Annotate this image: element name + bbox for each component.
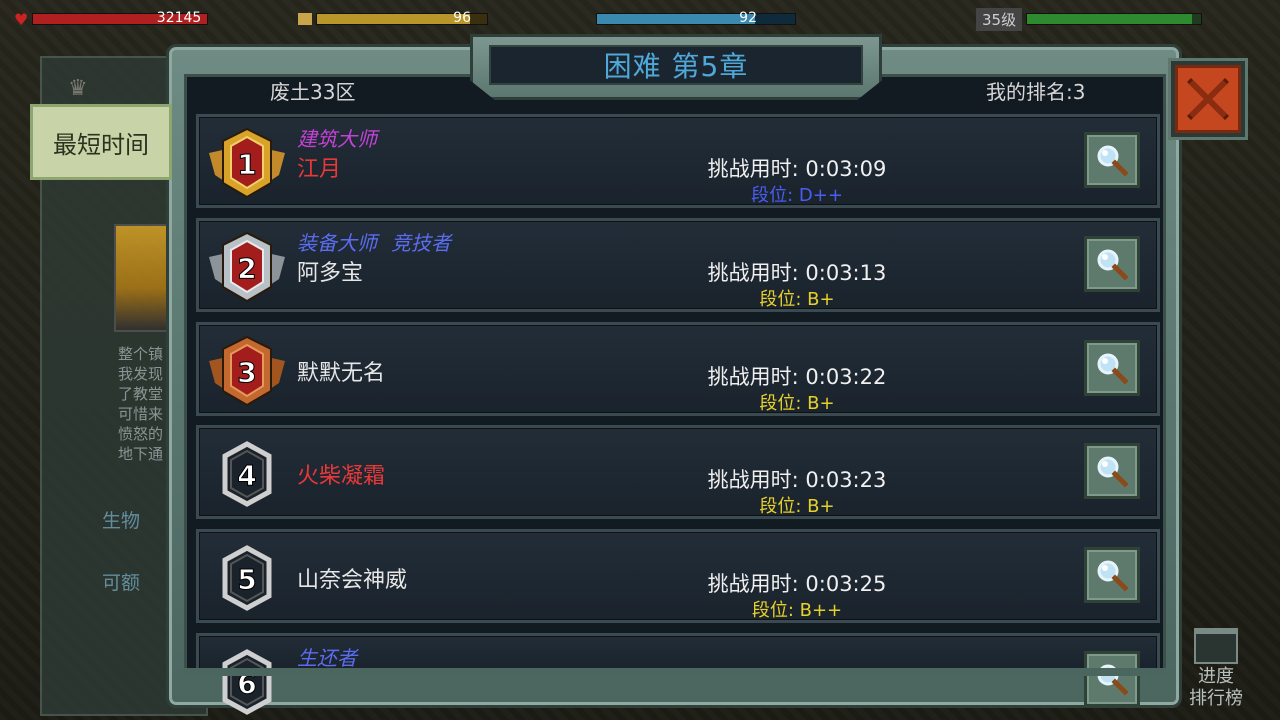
tier-label: 段位: B+ bbox=[759, 496, 835, 517]
leaderboard-row[interactable]: 4 火柴凝霜 挑战用时: 0:03:23 段位: B+ bbox=[196, 425, 1160, 519]
player-title-tag: 竞技者 bbox=[391, 231, 451, 255]
dialog-title-plate: 困难 第5章 bbox=[470, 34, 882, 100]
magnifier-icon bbox=[1097, 664, 1129, 696]
water-hud: 92 bbox=[596, 8, 796, 30]
player-titles: 建筑大师 bbox=[297, 123, 391, 152]
player-name: 江月 bbox=[297, 157, 342, 182]
tier-label: 段位: D++ bbox=[751, 185, 843, 206]
player-name: 山奈会神威 bbox=[297, 568, 408, 593]
magnifier-icon bbox=[1097, 145, 1129, 177]
tier-label: 段位: B+ bbox=[759, 393, 835, 414]
hp-value: 32145 bbox=[156, 10, 202, 26]
creature-link[interactable]: 生物 bbox=[102, 506, 140, 533]
inspect-player-button[interactable] bbox=[1084, 132, 1140, 188]
rank-badge-icon: 1 bbox=[205, 123, 289, 203]
challenge-time: 挑战用时: 0:03:22 bbox=[707, 365, 887, 389]
hp-hud: ♥ 32145 bbox=[14, 8, 214, 30]
magnifier-icon bbox=[1097, 560, 1129, 592]
leaderboard-row[interactable]: 5 山奈会神威 挑战用时: 0:03:25 段位: B++ bbox=[196, 529, 1160, 623]
leaderboard-row[interactable]: 2 装备大师 竞技者阿多宝 挑战用时: 0:03:13 段位: B+ bbox=[196, 218, 1160, 312]
inspect-player-button[interactable] bbox=[1084, 443, 1140, 499]
rank-badge-icon: 4 bbox=[205, 434, 289, 514]
dialog-title: 困难 第5章 bbox=[603, 50, 749, 83]
inspect-player-button[interactable] bbox=[1084, 340, 1140, 396]
rank-badge-icon: 3 bbox=[205, 331, 289, 411]
progress-leaderboard-button[interactable]: 进度 排行榜 bbox=[1186, 628, 1246, 714]
leaderboard-row[interactable]: 1 建筑大师江月 挑战用时: 0:03:09 段位: D++ bbox=[196, 114, 1160, 208]
food-hud: 96 bbox=[298, 8, 493, 30]
food-value: 96 bbox=[453, 10, 471, 26]
leaderboard-row[interactable]: 6 生还者 bbox=[196, 633, 1160, 715]
player-name: 阿多宝 bbox=[297, 261, 364, 286]
player-title-tag: 生还者 bbox=[297, 646, 357, 670]
water-value: 92 bbox=[739, 10, 757, 26]
rank-badge-icon: 5 bbox=[205, 538, 289, 618]
tier-label: 段位: B+ bbox=[759, 289, 835, 310]
crown-icon: ♛ bbox=[68, 76, 88, 101]
magnifier-icon bbox=[1097, 249, 1129, 281]
player-name: 默默无名 bbox=[297, 361, 386, 386]
svg-text:5: 5 bbox=[237, 563, 256, 596]
water-bar: 92 bbox=[596, 10, 796, 26]
food-icon bbox=[298, 13, 312, 25]
player-name: 火柴凝霜 bbox=[297, 464, 386, 489]
inspect-player-button[interactable] bbox=[1084, 547, 1140, 603]
food-bar: 96 bbox=[316, 10, 488, 26]
server-name: 废土33区 bbox=[270, 80, 356, 104]
challenge-time: 挑战用时: 0:03:13 bbox=[707, 261, 887, 285]
player-titles: 装备大师 竞技者 bbox=[297, 227, 465, 256]
magnifier-icon bbox=[1097, 456, 1129, 488]
tier-label: 段位: B++ bbox=[751, 600, 843, 621]
svg-text:4: 4 bbox=[237, 459, 256, 492]
calendar-icon bbox=[1194, 628, 1238, 664]
my-rank: 我的排名:3 bbox=[986, 80, 1086, 104]
player-title-tag: 装备大师 bbox=[297, 231, 377, 255]
challenge-time: 挑战用时: 0:03:09 bbox=[707, 157, 887, 181]
close-button[interactable] bbox=[1168, 58, 1248, 140]
magnifier-icon bbox=[1097, 353, 1129, 385]
progress-leaderboard-label: 进度 排行榜 bbox=[1189, 666, 1243, 709]
level-hud: 35级 bbox=[976, 7, 1216, 31]
heart-icon: ♥ bbox=[14, 9, 29, 29]
challenge-time: 挑战用时: 0:03:25 bbox=[707, 572, 887, 596]
svg-text:1: 1 bbox=[237, 148, 256, 181]
svg-text:2: 2 bbox=[237, 252, 256, 285]
challenge-time: 挑战用时: 0:03:23 bbox=[707, 468, 887, 492]
player-title-tag: 建筑大师 bbox=[297, 127, 377, 151]
inspect-player-button[interactable] bbox=[1084, 651, 1140, 707]
player-titles: 生还者 bbox=[297, 642, 371, 671]
hp-bar: 32145 bbox=[32, 10, 209, 26]
xp-bar bbox=[1026, 13, 1203, 25]
rank-badge-icon: 2 bbox=[205, 227, 289, 307]
tab-shortest-time[interactable]: 最短时间 bbox=[30, 104, 172, 180]
level-label: 35级 bbox=[976, 7, 1023, 31]
leaderboard-row[interactable]: 3 默默无名 挑战用时: 0:03:22 段位: B+ bbox=[196, 322, 1160, 416]
list-bottom-frame bbox=[184, 668, 1166, 676]
inspect-player-button[interactable] bbox=[1084, 236, 1140, 292]
svg-text:3: 3 bbox=[237, 356, 256, 389]
close-icon bbox=[1187, 78, 1229, 120]
extra-link[interactable]: 可额 bbox=[102, 568, 140, 595]
rank-badge-icon: 6 bbox=[205, 642, 289, 720]
